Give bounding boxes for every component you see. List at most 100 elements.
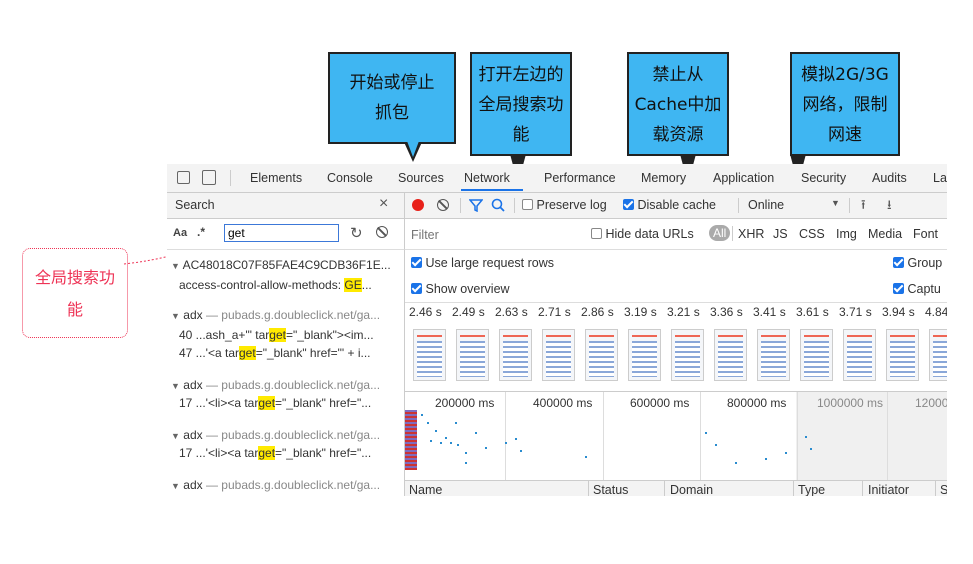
disable-cache-checkbox[interactable]: Disable cache bbox=[623, 198, 716, 212]
result-group[interactable]: ▼ adx — pubads.g.doubleclick.net/ga... bbox=[171, 308, 380, 322]
timeline-gridline bbox=[505, 392, 506, 480]
tab-application[interactable]: Application bbox=[713, 171, 774, 185]
timeline-tick-label: 600000 ms bbox=[630, 396, 690, 410]
filter-icon[interactable] bbox=[469, 199, 483, 212]
checkbox-checked[interactable] bbox=[623, 199, 634, 210]
tab-network[interactable]: Network bbox=[464, 171, 510, 185]
timeline-gridline bbox=[700, 392, 701, 480]
tab-memory[interactable]: Memory bbox=[641, 171, 686, 185]
checkbox-checked[interactable] bbox=[411, 257, 422, 268]
result-name: adx bbox=[183, 378, 203, 392]
column-initiator[interactable]: Initiator bbox=[868, 483, 909, 496]
filter-type-img[interactable]: Img bbox=[836, 227, 857, 241]
clear-icon[interactable] bbox=[376, 226, 388, 238]
search-panel-header: Search × bbox=[167, 193, 405, 219]
checkbox-checked[interactable] bbox=[411, 283, 422, 294]
hide-data-urls-checkbox[interactable]: Hide data URLs bbox=[591, 227, 694, 241]
frame-screenshot-thumbnail[interactable] bbox=[585, 329, 618, 381]
frame-screenshot-thumbnail[interactable] bbox=[456, 329, 489, 381]
filter-type-xhr[interactable]: XHR bbox=[738, 227, 764, 241]
filter-type-font[interactable]: Font bbox=[913, 227, 938, 241]
frame-time-label: 3.41 s bbox=[753, 305, 786, 319]
filter-type-all[interactable]: All bbox=[709, 225, 731, 241]
frame-screenshot-thumbnail[interactable] bbox=[757, 329, 790, 381]
tab-elements[interactable]: Elements bbox=[250, 171, 302, 185]
capture-screenshots-checkbox[interactable]: Captu bbox=[893, 282, 941, 296]
filter-row: Hide data URLs All XHR JS CSS Img Media … bbox=[405, 219, 947, 250]
device-toolbar-icon[interactable] bbox=[202, 170, 216, 185]
result-group[interactable]: ▼ adx — pubads.g.doubleclick.net/ga... bbox=[171, 478, 380, 492]
preserve-log-checkbox[interactable]: Preserve log bbox=[522, 198, 607, 212]
filter-type-js[interactable]: JS bbox=[773, 227, 788, 241]
preserve-log-label: Preserve log bbox=[536, 198, 607, 212]
timeline-overview[interactable]: 200000 ms 400000 ms 600000 ms 800000 ms 1000… bbox=[405, 392, 947, 480]
callout-global-search: 全局搜索功能 bbox=[22, 248, 128, 338]
result-line[interactable]: 17 ...'<li><a target="_blank" href="... bbox=[179, 396, 371, 410]
timeline-request-mark bbox=[445, 437, 447, 439]
search-close-button[interactable]: × bbox=[379, 195, 388, 213]
filter-type-media[interactable]: Media bbox=[868, 227, 902, 241]
throttle-select[interactable]: Online bbox=[748, 198, 784, 212]
match-case-toggle[interactable]: Aa bbox=[173, 227, 187, 239]
clear-log-icon[interactable] bbox=[437, 199, 449, 211]
checkbox-unchecked[interactable] bbox=[522, 199, 533, 210]
column-name[interactable]: Name bbox=[409, 483, 442, 496]
frame-time-label: 2.49 s bbox=[452, 305, 485, 319]
checkbox-unchecked[interactable] bbox=[591, 228, 602, 239]
timeline-request-mark bbox=[440, 442, 442, 444]
result-line[interactable]: access-control-allow-methods: GE... bbox=[179, 278, 372, 292]
filter-type-css[interactable]: CSS bbox=[799, 227, 825, 241]
frame-screenshot-thumbnail[interactable] bbox=[800, 329, 833, 381]
tab-security[interactable]: Security bbox=[801, 171, 846, 185]
frame-time-label: 2.71 s bbox=[538, 305, 571, 319]
column-divider bbox=[588, 481, 589, 496]
checkbox-checked[interactable] bbox=[893, 257, 904, 268]
group-by-frame-checkbox[interactable]: Group bbox=[893, 256, 942, 270]
column-type[interactable]: Type bbox=[798, 483, 825, 496]
checkbox-checked[interactable] bbox=[893, 283, 904, 294]
frame-screenshot-thumbnail[interactable] bbox=[671, 329, 704, 381]
column-domain[interactable]: Domain bbox=[670, 483, 713, 496]
network-settings: Use large request rows Show overview Gro… bbox=[405, 250, 947, 303]
timeline-request-mark bbox=[485, 447, 487, 449]
frame-screenshot-thumbnail[interactable] bbox=[542, 329, 575, 381]
tab-console[interactable]: Console bbox=[327, 171, 373, 185]
search-icon[interactable] bbox=[491, 198, 505, 212]
frame-screenshot-thumbnail[interactable] bbox=[628, 329, 661, 381]
export-har-icon[interactable]: ⭳ bbox=[887, 196, 892, 218]
tab-audits[interactable]: Audits bbox=[872, 171, 907, 185]
disable-cache-label: Disable cache bbox=[637, 198, 716, 212]
result-line[interactable]: 40 ...ash_a+'" target="_blank"><im... bbox=[179, 328, 374, 342]
show-overview-checkbox[interactable]: Show overview bbox=[411, 282, 510, 296]
tab-more[interactable]: La bbox=[933, 171, 947, 185]
tab-performance[interactable]: Performance bbox=[544, 171, 616, 185]
search-input[interactable] bbox=[224, 224, 339, 242]
chevron-down-icon[interactable]: ▼ bbox=[831, 198, 840, 208]
frame-screenshot-thumbnail[interactable] bbox=[886, 329, 919, 381]
timeline-left-handle[interactable] bbox=[405, 410, 417, 470]
timeline-gridline bbox=[887, 392, 888, 480]
inspect-element-icon[interactable] bbox=[177, 171, 190, 184]
column-divider bbox=[935, 481, 936, 496]
result-line[interactable]: 47 ...'<a target="_blank" href="' + i... bbox=[179, 346, 371, 360]
filter-input[interactable] bbox=[409, 225, 585, 245]
refresh-icon[interactable]: ↻ bbox=[350, 224, 363, 242]
tab-sources[interactable]: Sources bbox=[398, 171, 444, 185]
result-line[interactable]: 17 ...'<li><a target="_blank" href="... bbox=[179, 446, 371, 460]
frame-screenshot-thumbnail[interactable] bbox=[413, 329, 446, 381]
frame-screenshot-thumbnail[interactable] bbox=[929, 329, 947, 381]
frame-screenshot-thumbnail[interactable] bbox=[843, 329, 876, 381]
toolbar-divider bbox=[738, 198, 739, 213]
large-rows-checkbox[interactable]: Use large request rows bbox=[411, 256, 554, 270]
frame-screenshot-thumbnail[interactable] bbox=[499, 329, 532, 381]
frame-screenshot-thumbnail[interactable] bbox=[714, 329, 747, 381]
regex-toggle[interactable]: .* bbox=[197, 225, 205, 239]
record-button[interactable] bbox=[412, 199, 424, 211]
timeline-request-mark bbox=[765, 458, 767, 460]
import-har-icon[interactable]: ⭱ bbox=[861, 196, 866, 218]
result-group[interactable]: ▼ adx — pubads.g.doubleclick.net/ga... bbox=[171, 378, 380, 392]
result-group[interactable]: ▼ adx — pubads.g.doubleclick.net/ga... bbox=[171, 428, 380, 442]
column-status[interactable]: Status bbox=[593, 483, 628, 496]
result-group[interactable]: ▼ AC48018C07F85FAE4C9CDB36F1E... bbox=[171, 258, 391, 272]
column-size[interactable]: S bbox=[940, 483, 947, 496]
